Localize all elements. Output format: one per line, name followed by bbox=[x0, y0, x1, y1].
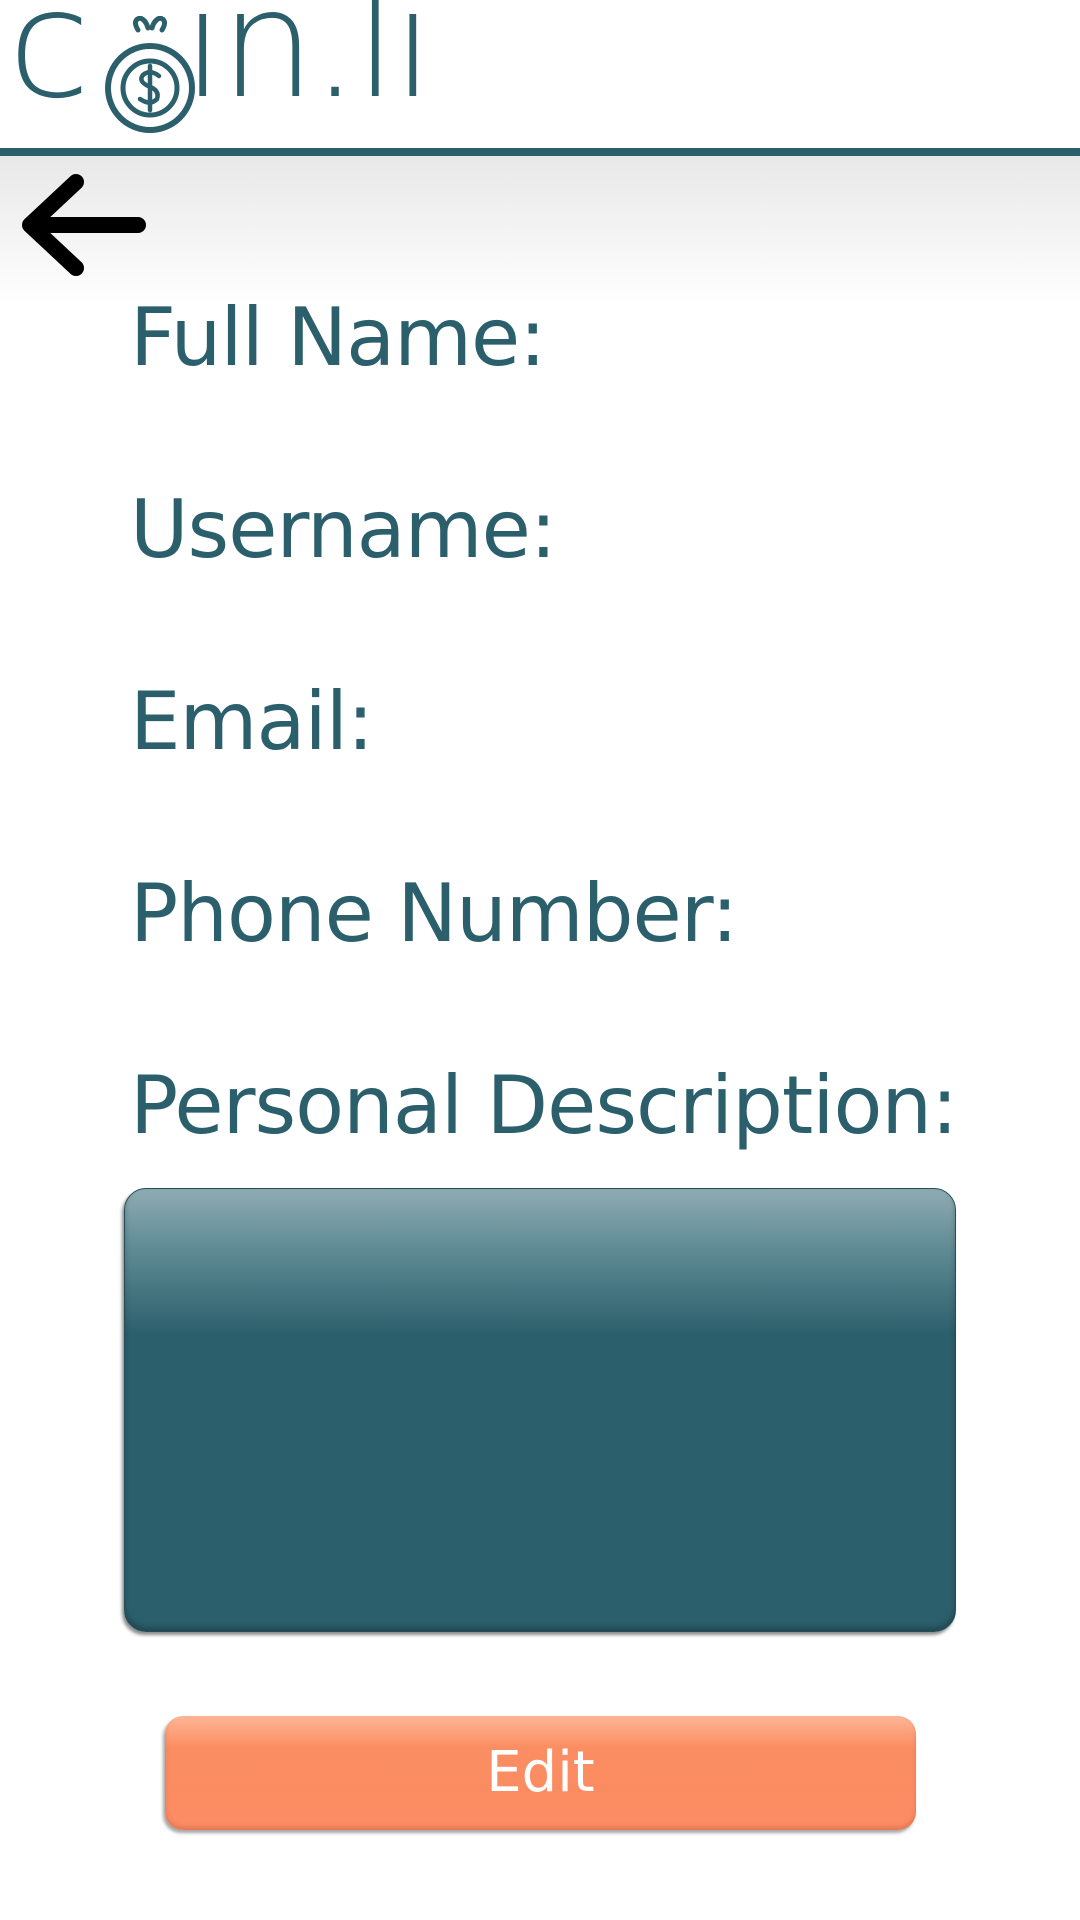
edit-button[interactable]: Edit bbox=[165, 1716, 916, 1830]
personal-description-label: Personal Description: bbox=[130, 1059, 958, 1152]
email-label: Email: bbox=[130, 675, 374, 768]
full-name-label: Full Name: bbox=[130, 291, 546, 384]
app-header: c in.li bbox=[0, 0, 1080, 148]
money-bag-icon bbox=[105, 16, 195, 133]
phone-number-label: Phone Number: bbox=[130, 867, 738, 960]
header-divider bbox=[0, 148, 1080, 156]
username-label: Username: bbox=[130, 483, 557, 576]
app-logo: c in.li bbox=[8, 0, 434, 145]
arrow-left-icon bbox=[22, 174, 146, 276]
header-shadow bbox=[0, 156, 1080, 306]
logo-wordmark: c in.li bbox=[8, 0, 434, 120]
back-button[interactable] bbox=[18, 170, 148, 280]
personal-description-box bbox=[124, 1188, 956, 1632]
logo-text-right: in.li bbox=[182, 0, 434, 132]
logo-text-left: c bbox=[8, 0, 91, 132]
